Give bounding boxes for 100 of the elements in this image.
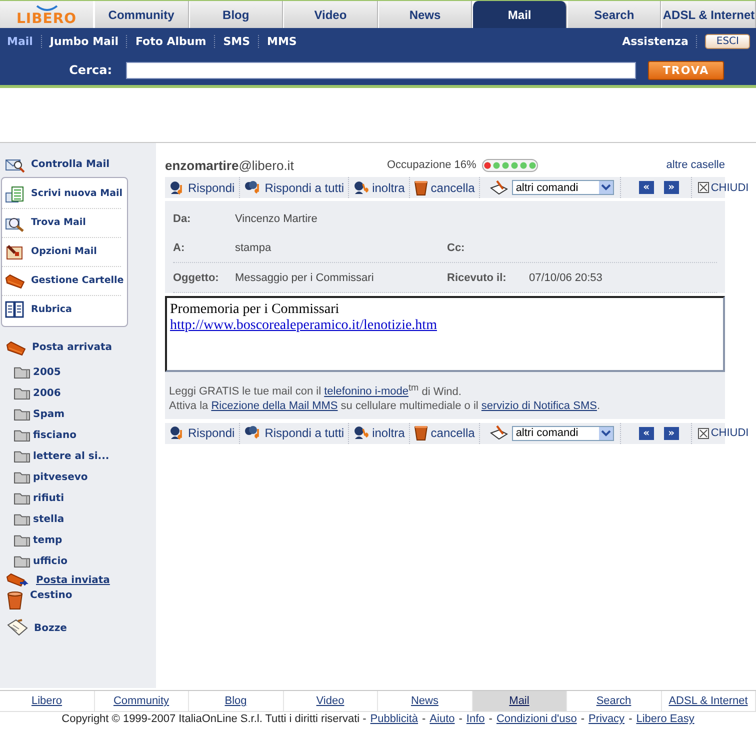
toolbar-button[interactable]: Rispondi a tutti <box>240 422 350 444</box>
folder-icon <box>13 428 31 442</box>
help-link[interactable]: Assistenza <box>614 35 698 48</box>
menu-link[interactable]: Opzioni Mail <box>31 246 97 258</box>
folder-link[interactable]: Posta arrivata <box>32 342 112 354</box>
legal-link[interactable]: Privacy <box>588 713 625 726</box>
wave-icon <box>36 5 58 12</box>
logout-button[interactable]: ESCI <box>705 34 750 49</box>
field-label: Cc: <box>447 242 466 254</box>
folders-icon <box>5 273 25 289</box>
toolbar-button[interactable]: inoltra <box>349 177 410 198</box>
toolbar-button[interactable]: cancella <box>410 422 480 444</box>
options-card-icon <box>5 244 25 260</box>
nav-tab[interactable]: ADSL & Internet <box>661 1 756 28</box>
folder-link[interactable]: lettere al si... <box>33 451 110 463</box>
account-address: enzomartire@libero.it <box>165 158 295 172</box>
copyright-text: Copyright © 1999-2007 ItaliaOnLine S.r.l. Tutti i diritti riservati - <box>62 713 366 726</box>
message-link[interactable]: http://www.boscorealeperamico.it/lenotizie.htm <box>170 318 437 333</box>
close-button[interactable]: CHIUDI <box>692 180 755 194</box>
promo-link[interactable]: Ricezione della Mail MMS <box>211 400 338 412</box>
legal-link[interactable]: Condizioni d'uso <box>496 713 577 726</box>
subnav-link[interactable]: MMS <box>258 35 305 48</box>
legal-link[interactable]: Pubblicità <box>370 713 418 726</box>
toolbar-button[interactable]: Rispondi <box>165 422 240 444</box>
menu-link[interactable]: Scrivi nuova Mail <box>31 188 123 200</box>
folder-icon <box>13 512 31 526</box>
toolbar-button[interactable]: inoltra <box>349 422 410 444</box>
field-label: Da: <box>173 212 192 224</box>
legal-link[interactable]: Info <box>466 713 485 726</box>
next-button[interactable]: » <box>664 426 679 440</box>
footer-link[interactable]: Video <box>316 695 344 707</box>
promo-link[interactable]: telefonino i-mode <box>324 386 408 398</box>
folder-link[interactable]: Posta inviata <box>36 575 110 587</box>
toolbar-button[interactable]: Rispondi <box>165 177 240 198</box>
promo-text: Leggi GRATIS le tue mail con il telefonino i-mode$^{tm}$ di Wind. <box>169 381 462 399</box>
folder-link[interactable]: ufficio <box>33 556 68 568</box>
folder-icon <box>13 554 31 568</box>
folder-icon <box>13 533 31 547</box>
toolbar-button[interactable]: cancella <box>410 177 480 198</box>
envelope-pen-icon <box>490 180 508 196</box>
folder-link[interactable]: fisciano <box>33 430 76 442</box>
folder-link[interactable]: pitvesevo <box>33 472 88 484</box>
search-field[interactable] <box>126 62 636 78</box>
subnav-link[interactable]: SMS <box>214 35 258 48</box>
envelope-magnifier-icon <box>5 157 25 173</box>
separator-dash: - <box>580 713 584 726</box>
previous-button[interactable]: « <box>638 426 654 440</box>
legal-link[interactable]: Aiuto <box>430 713 455 726</box>
commands-dropdown[interactable]: altri comandi <box>512 426 614 441</box>
promo-link[interactable]: servizio di Notifica SMS <box>481 400 597 412</box>
folder-icon <box>13 365 31 379</box>
nav-tab[interactable]: News <box>378 1 472 28</box>
toolbar-button[interactable]: Rispondi a tutti <box>240 177 350 198</box>
two-persons-arrow-icon <box>244 180 262 196</box>
menu-link[interactable]: Rubrica <box>31 304 72 316</box>
folder-link[interactable]: Bozze <box>34 623 67 635</box>
nav-tab[interactable]: Community <box>94 1 189 28</box>
folder-icon <box>13 449 31 463</box>
folder-link[interactable]: Cestino <box>30 590 72 602</box>
close-icon <box>698 182 709 193</box>
footer-link[interactable]: Search <box>596 695 632 707</box>
person-arrow-icon <box>353 425 370 442</box>
folder-icon <box>13 470 31 484</box>
folder-link[interactable]: 2006 <box>33 388 61 400</box>
person-arrow-icon <box>169 180 185 196</box>
legal-link[interactable]: Libero Easy <box>636 713 694 726</box>
subnav-link[interactable]: Mail <box>7 35 41 48</box>
close-button[interactable]: CHIUDI <box>692 426 755 440</box>
previous-button[interactable]: « <box>638 181 654 194</box>
footer-link[interactable]: Libero <box>31 695 62 707</box>
subnav-link[interactable]: Jumbo Mail <box>40 35 126 48</box>
footer-link[interactable]: Community <box>113 695 170 707</box>
folder-link[interactable]: stella <box>33 514 64 526</box>
two-persons-arrow-icon <box>244 425 262 442</box>
menu-link[interactable]: Controlla Mail <box>31 159 110 171</box>
book-icon <box>5 301 25 319</box>
promo-text: Attiva la Ricezione della Mail MMS su cellulare multimediale o il servizio di Notifica SMS. <box>169 398 602 413</box>
nav-tab[interactable]: Mail <box>472 1 567 28</box>
document-envelope-icon <box>5 186 25 202</box>
menu-link[interactable]: Gestione Cartelle <box>31 275 124 287</box>
field-value: Vincenzo Martire <box>235 212 318 224</box>
next-button[interactable]: » <box>664 181 679 194</box>
folder-icon <box>13 491 31 505</box>
nav-tab[interactable]: Video <box>283 1 378 28</box>
other-mailboxes-link[interactable]: altre caselle <box>666 159 725 171</box>
nav-tab[interactable]: Blog <box>188 1 284 28</box>
separator-dash: - <box>422 713 426 726</box>
folder-link[interactable]: temp <box>33 535 62 547</box>
commands-dropdown[interactable]: altri comandi <box>512 180 614 195</box>
folder-link[interactable]: rifiuti <box>33 493 64 505</box>
folder-link[interactable]: Spam <box>33 409 65 421</box>
footer-link[interactable]: Blog <box>224 695 247 707</box>
footer-link[interactable]: News <box>410 695 438 707</box>
nav-tab[interactable]: Search <box>566 1 662 28</box>
menu-link[interactable]: Trova Mail <box>31 217 86 229</box>
footer-link[interactable]: ADSL & Internet <box>668 695 748 707</box>
subnav-link[interactable]: Foto Album <box>126 35 214 48</box>
footer-link[interactable]: Mail <box>509 695 530 707</box>
field-value: stampa <box>235 242 272 254</box>
folder-link[interactable]: 2005 <box>33 367 61 379</box>
